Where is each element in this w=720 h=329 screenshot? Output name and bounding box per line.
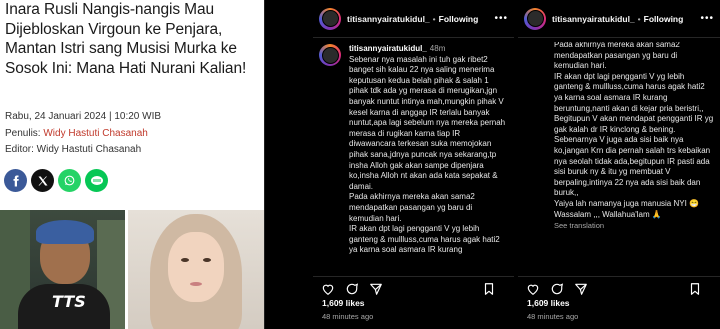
- avatar[interactable]: [524, 7, 546, 30]
- post-header: titisannyairatukidul_ • Following •••: [313, 0, 514, 38]
- following-button[interactable]: Following: [644, 14, 684, 24]
- facebook-icon[interactable]: [4, 169, 27, 192]
- comment-body: Pada akhirnya mereka akan sama2 mendapat…: [554, 42, 714, 232]
- share-buttons: [4, 169, 108, 192]
- comment-time: 48m: [429, 44, 446, 53]
- instagram-post-panel-2: titisannyairatukidul_ • Following ••• Pa…: [518, 0, 720, 329]
- shirt-text: TTS: [52, 292, 86, 311]
- comment-paragraph: Pada akhirnya mereka akan sama2 mendapat…: [554, 42, 680, 71]
- share-icon[interactable]: [574, 282, 588, 296]
- article-writer: Penulis: Widy Hastuti Chasanah: [5, 128, 148, 139]
- post-actions: [313, 276, 514, 296]
- whatsapp-icon[interactable]: [58, 169, 81, 192]
- heart-icon[interactable]: [321, 282, 335, 296]
- more-options-icon[interactable]: •••: [700, 13, 714, 24]
- comment-icon[interactable]: [550, 282, 564, 296]
- more-options-icon[interactable]: •••: [494, 13, 508, 24]
- heart-icon[interactable]: [526, 282, 540, 296]
- news-article-panel: Inara Rusli Nangis-nangis Mau Dijebloska…: [0, 0, 265, 329]
- separator-dot: •: [432, 13, 436, 24]
- bookmark-icon[interactable]: [482, 282, 496, 296]
- instagram-post-panel-1: titisannyairatukidul_ • Following ••• ti…: [313, 0, 514, 329]
- bookmark-icon[interactable]: [688, 282, 702, 296]
- comment-paragraph: Sebenarnya V juga ada sisi baik nya ko,j…: [554, 135, 711, 198]
- caption-comment: titisannyairatukidul_ 48m Sebenar nya mas…: [319, 42, 509, 274]
- avatar[interactable]: [319, 7, 341, 30]
- separator-dot: •: [637, 13, 641, 24]
- post-time: 48 minutes ago: [527, 312, 579, 321]
- see-translation-link[interactable]: See translation: [554, 221, 714, 232]
- article-date: Rabu, 24 Januari 2024 | 10:20 WIB: [5, 111, 162, 122]
- caption-comment: Pada akhirnya mereka akan sama2 mendapat…: [524, 42, 714, 274]
- post-header: titisannyairatukidul_ • Following •••: [518, 0, 720, 38]
- article-editor: Editor: Widy Hastuti Chasanah: [5, 144, 142, 155]
- comment-icon[interactable]: [345, 282, 359, 296]
- post-username[interactable]: titisannyairatukidul_: [552, 14, 635, 24]
- likes-count[interactable]: 1,609 likes: [527, 298, 570, 308]
- article-title[interactable]: Inara Rusli Nangis-nangis Mau Dijebloska…: [5, 0, 263, 78]
- line-icon[interactable]: [85, 169, 108, 192]
- x-icon[interactable]: [31, 169, 54, 192]
- following-button[interactable]: Following: [439, 14, 479, 24]
- comment-paragraph: Yaiya lah namanya juga manusia NYI 😁: [554, 198, 699, 208]
- likes-count[interactable]: 1,609 likes: [322, 298, 365, 308]
- post-time: 48 minutes ago: [322, 312, 374, 321]
- comment-paragraph: IR akan dpt lagi pengganti V yg lebih ga…: [349, 224, 500, 255]
- comment-paragraph: Wassalam ,,, Wallahua'lam 🙏: [554, 209, 662, 219]
- post-actions: [518, 276, 720, 296]
- comment-paragraph: Pada akhirnya mereka akan sama2 mendapat…: [349, 192, 475, 223]
- article-photo-man: TTS: [0, 210, 125, 329]
- writer-label: Penulis:: [5, 128, 41, 139]
- share-icon[interactable]: [369, 282, 383, 296]
- comment-paragraph: IR akan dpt lagi pengganti V yg lebih ga…: [554, 71, 705, 113]
- article-photo-woman: [128, 210, 264, 329]
- post-username[interactable]: titisannyairatukidul_: [347, 14, 430, 24]
- comment-paragraph: Begitupun V akan mendapat pengganti IR y…: [554, 114, 714, 134]
- avatar[interactable]: [319, 44, 341, 66]
- writer-link[interactable]: Widy Hastuti Chasanah: [43, 128, 148, 139]
- comment-body: titisannyairatukidul_ 48m Sebenar nya mas…: [349, 44, 507, 256]
- comment-paragraph: Sebenar nya masalah ini tuh gak ribet2 b…: [349, 54, 506, 191]
- comment-username[interactable]: titisannyairatukidul_: [349, 44, 427, 53]
